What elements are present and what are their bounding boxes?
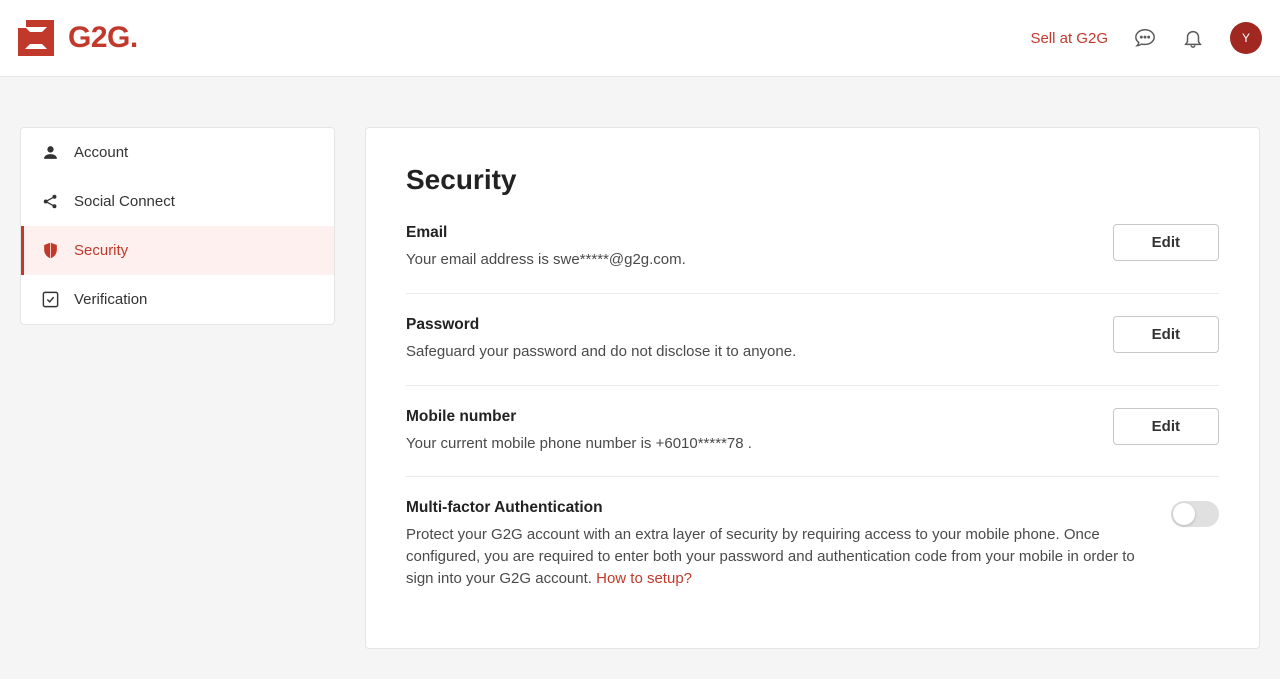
check-box-icon [41, 290, 60, 309]
mfa-label: Multi-factor Authentication [406, 499, 1141, 517]
top-header: G2G. Sell at G2G Y [0, 0, 1280, 77]
mfa-setup-link[interactable]: How to setup? [596, 570, 692, 587]
shield-icon [41, 241, 60, 260]
password-desc: Safeguard your password and do not discl… [406, 341, 1083, 363]
mfa-toggle[interactable] [1171, 501, 1219, 527]
logo[interactable]: G2G. [18, 20, 138, 56]
security-row-mobile: Mobile number Your current mobile phone … [406, 408, 1219, 478]
mfa-desc: Protect your G2G account with an extra l… [406, 524, 1141, 589]
email-desc: Your email address is swe*****@g2g.com. [406, 249, 1083, 271]
mobile-label: Mobile number [406, 408, 1083, 426]
security-row-mfa: Multi-factor Authentication Protect your… [406, 499, 1219, 611]
edit-email-button[interactable]: Edit [1113, 224, 1219, 261]
mfa-desc-text: Protect your G2G account with an extra l… [406, 526, 1135, 587]
sell-link[interactable]: Sell at G2G [1030, 30, 1108, 47]
sidenav-item-account[interactable]: Account [21, 128, 334, 177]
main-panel: Security Email Your email address is swe… [365, 127, 1260, 649]
page-body: Account Social Connect Security Verifica… [4, 77, 1276, 679]
share-icon [41, 192, 60, 211]
sidenav-item-verification[interactable]: Verification [21, 275, 334, 324]
sidenav-item-security[interactable]: Security [21, 226, 334, 275]
mobile-desc: Your current mobile phone number is +601… [406, 433, 1083, 455]
sidenav-item-social[interactable]: Social Connect [21, 177, 334, 226]
header-right: Sell at G2G Y [1030, 22, 1262, 54]
logo-text: G2G. [68, 21, 138, 55]
sidenav-item-label: Account [74, 144, 128, 161]
logo-icon [18, 20, 54, 56]
sidenav: Account Social Connect Security Verifica… [20, 127, 335, 325]
email-label: Email [406, 224, 1083, 242]
password-label: Password [406, 316, 1083, 334]
security-row-password: Password Safeguard your password and do … [406, 316, 1219, 386]
sidenav-item-label: Verification [74, 291, 147, 308]
sidenav-item-label: Security [74, 242, 128, 259]
avatar[interactable]: Y [1230, 22, 1262, 54]
edit-password-button[interactable]: Edit [1113, 316, 1219, 353]
page-title: Security [406, 164, 1219, 196]
security-row-email: Email Your email address is swe*****@g2g… [406, 224, 1219, 294]
sidenav-item-label: Social Connect [74, 193, 175, 210]
person-icon [41, 143, 60, 162]
edit-mobile-button[interactable]: Edit [1113, 408, 1219, 445]
chat-icon[interactable] [1134, 27, 1156, 49]
bell-icon[interactable] [1182, 27, 1204, 49]
